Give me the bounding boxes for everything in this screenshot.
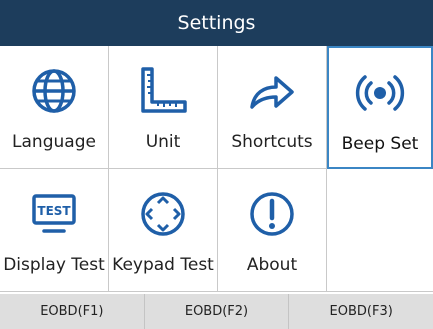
function-key-bar: EOBD(F1) EOBD(F2) EOBD(F3) [0,294,433,329]
menu-item-label: Language [12,132,96,152]
function-key-f1[interactable]: EOBD(F1) [0,294,144,329]
menu-item-shortcuts[interactable]: Shortcuts [218,46,327,169]
info-icon [245,187,299,241]
empty-cell [327,169,433,292]
settings-screen: Settings Language Unit Shortcuts Beep Se… [0,0,433,329]
keypad-icon [136,187,190,241]
display-test-icon: TEST [27,187,81,241]
menu-item-label: Unit [145,132,181,152]
menu-item-about[interactable]: About [218,169,327,292]
menu-item-keypad-test[interactable]: Keypad Test [109,169,218,292]
menu-item-label: Keypad Test [112,255,214,275]
globe-icon [27,64,81,118]
page-title: Settings [177,12,256,34]
menu-item-display-test[interactable]: TEST Display Test [0,169,109,292]
menu-item-label: Display Test [3,255,105,275]
ruler-icon [136,64,190,118]
menu-item-language[interactable]: Language [0,46,109,169]
menu-item-unit[interactable]: Unit [109,46,218,169]
share-arrow-icon [245,64,299,118]
function-key-f2[interactable]: EOBD(F2) [143,294,289,329]
beep-icon [353,66,407,120]
menu-item-beep-set[interactable]: Beep Set [327,46,433,169]
function-key-f3[interactable]: EOBD(F3) [288,294,433,329]
settings-grid: Language Unit Shortcuts Beep Set TEST Di… [0,46,433,293]
menu-item-label: Shortcuts [231,132,313,152]
menu-item-label: Beep Set [341,134,419,154]
svg-text:TEST: TEST [37,204,71,218]
title-bar: Settings [0,0,433,46]
menu-item-label: About [246,255,298,275]
